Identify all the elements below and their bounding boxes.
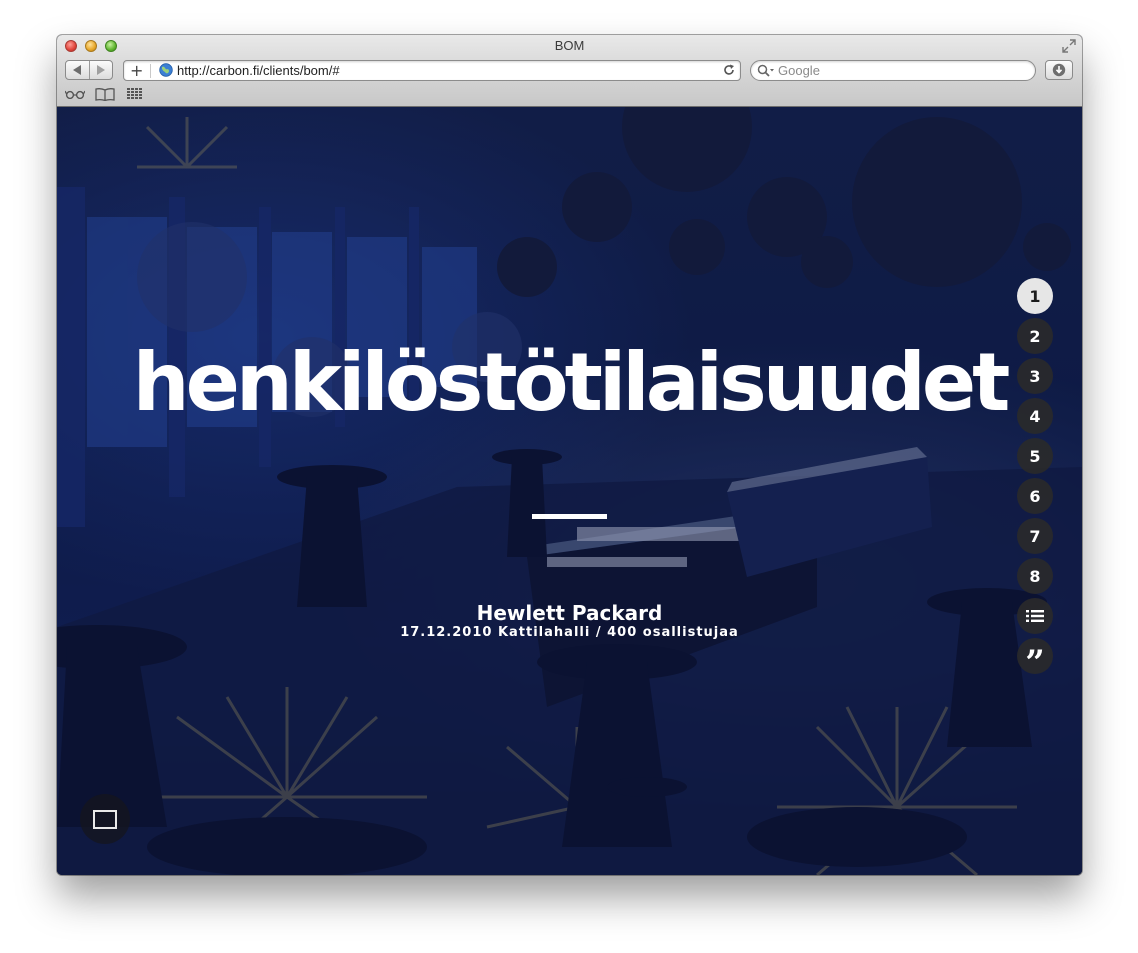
search-input[interactable] bbox=[778, 62, 1028, 79]
add-bookmark-button[interactable]: + bbox=[130, 62, 143, 80]
address-separator bbox=[150, 64, 151, 78]
back-button[interactable] bbox=[66, 61, 89, 79]
client-name: Hewlett Packard bbox=[476, 601, 663, 625]
history-nav bbox=[65, 60, 113, 80]
reading-list-icon bbox=[65, 90, 85, 99]
back-icon bbox=[72, 65, 81, 75]
top-sites-button[interactable] bbox=[125, 87, 145, 101]
browser-toolbar: BOM + http://carbon.fi/clients/bom/# bbox=[57, 35, 1082, 107]
reading-list-button[interactable] bbox=[65, 87, 85, 101]
fullscreen-toggle-button[interactable] bbox=[80, 794, 130, 844]
slide-nav-3[interactable]: 3 bbox=[1017, 358, 1053, 394]
slide-nav-2[interactable]: 2 bbox=[1017, 318, 1053, 354]
globe-icon bbox=[159, 63, 173, 77]
bookmarks-button[interactable] bbox=[95, 87, 115, 101]
search-field[interactable] bbox=[750, 60, 1036, 81]
slide-nav-1[interactable]: 1 bbox=[1017, 278, 1053, 314]
magnifier-icon bbox=[757, 64, 774, 77]
reload-icon[interactable] bbox=[722, 63, 736, 77]
bookmarks-bar bbox=[65, 86, 145, 102]
top-sites-grid-icon bbox=[127, 88, 142, 99]
downloads-button[interactable] bbox=[1045, 60, 1073, 80]
browser-window: BOM + http://carbon.fi/clients/bom/# Goo… bbox=[57, 35, 1082, 875]
list-view-button[interactable] bbox=[1017, 598, 1053, 634]
quote-icon: ” bbox=[1025, 643, 1045, 683]
quotes-button[interactable]: ” bbox=[1017, 638, 1053, 680]
fullscreen-arrows-icon[interactable] bbox=[1062, 39, 1076, 53]
url-text: http://carbon.fi/clients/bom/# bbox=[177, 63, 340, 78]
slide-navigation: 1 2 3 4 5 6 7 8 ” bbox=[1017, 278, 1053, 680]
address-bar[interactable]: + http://carbon.fi/clients/bom/# bbox=[123, 60, 741, 81]
download-icon bbox=[1052, 63, 1066, 77]
slide-nav-5[interactable]: 5 bbox=[1017, 438, 1053, 474]
background-tint bbox=[57, 107, 1082, 875]
forward-icon bbox=[97, 65, 106, 75]
list-icon bbox=[1026, 610, 1044, 622]
event-details: 17.12.2010 Kattilahalli / 400 osallistuj… bbox=[400, 625, 739, 640]
frame-icon bbox=[93, 809, 117, 829]
bookmarks-book-icon bbox=[95, 87, 115, 101]
title-divider bbox=[532, 514, 607, 519]
slide-page: henkilöstötilaisuudet Hewlett Packard 17… bbox=[57, 107, 1082, 875]
window-title: BOM bbox=[554, 38, 585, 53]
slide-nav-7[interactable]: 7 bbox=[1017, 518, 1053, 554]
slide-nav-4[interactable]: 4 bbox=[1017, 398, 1053, 434]
slide-nav-6[interactable]: 6 bbox=[1017, 478, 1053, 514]
forward-button[interactable] bbox=[88, 61, 113, 79]
slide-nav-8[interactable]: 8 bbox=[1017, 558, 1053, 594]
slide-title: henkilöstötilaisuudet bbox=[132, 336, 1011, 429]
